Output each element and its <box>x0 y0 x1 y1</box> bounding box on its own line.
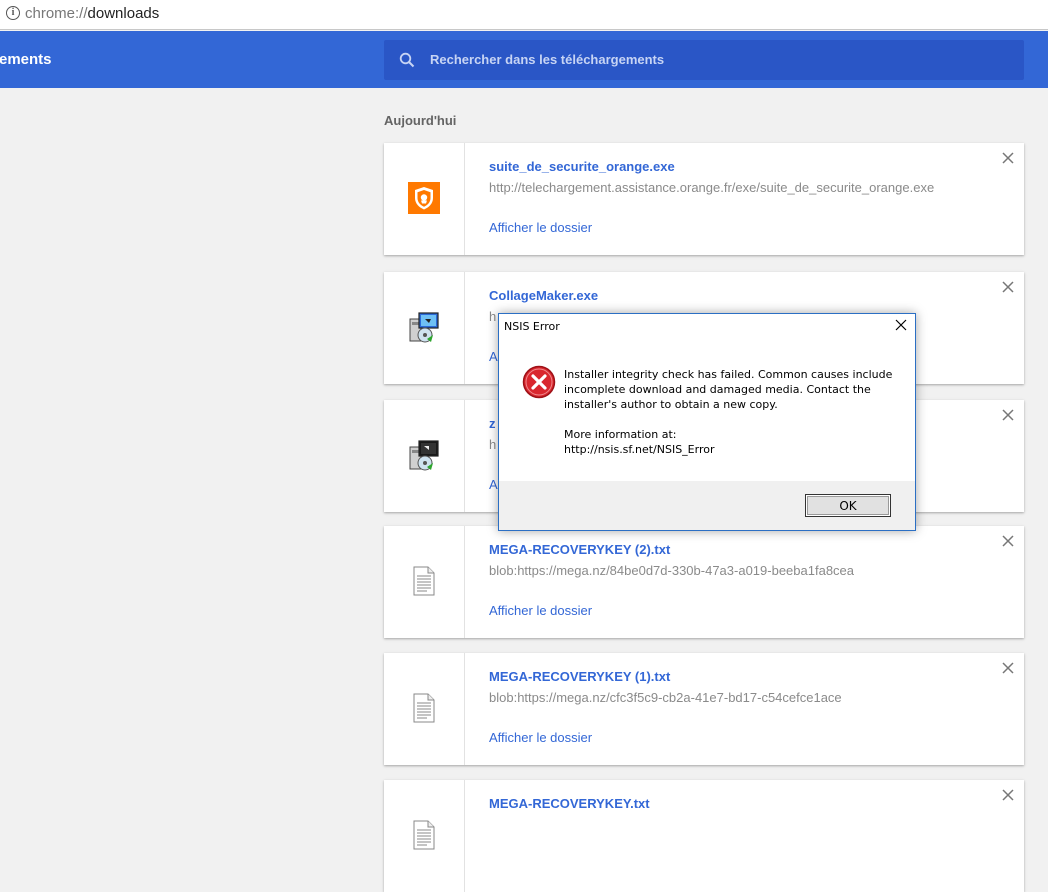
dialog-title: NSIS Error <box>504 320 560 333</box>
download-item: suite_de_securite_orange.exe http://tele… <box>384 143 1024 255</box>
file-icon-column <box>384 526 465 638</box>
download-file-name[interactable]: MEGA-RECOVERYKEY (1).txt <box>489 669 670 684</box>
address-path: downloads <box>87 5 160 22</box>
page-title: ements <box>0 51 52 68</box>
remove-download-icon[interactable] <box>1000 787 1016 803</box>
download-item: MEGA-RECOVERYKEY (2).txt blob:https://me… <box>384 526 1024 638</box>
dialog-close-icon[interactable] <box>895 319 907 331</box>
installer-icon <box>409 312 439 343</box>
download-file-name[interactable]: z <box>489 416 496 431</box>
download-file-name[interactable]: MEGA-RECOVERYKEY (2).txt <box>489 542 670 557</box>
download-file-name[interactable]: suite_de_securite_orange.exe <box>489 159 675 174</box>
text-file-icon <box>413 566 435 596</box>
download-item: MEGA-RECOVERYKEY (1).txt blob:https://me… <box>384 653 1024 765</box>
download-item: MEGA-RECOVERYKEY.txt <box>384 780 1024 892</box>
address-url[interactable]: chrome://downloads <box>25 5 159 22</box>
file-icon-column <box>384 143 465 255</box>
installer-icon <box>409 440 439 471</box>
text-file-icon <box>413 693 435 723</box>
file-icon-column <box>384 272 465 384</box>
dialog-message: Installer integrity check has failed. Co… <box>564 368 893 411</box>
download-source-url: blob:https://mega.nz/84be0d7d-330b-47a3-… <box>489 563 855 578</box>
info-icon[interactable]: i <box>6 6 20 20</box>
address-scheme: chrome:// <box>25 5 88 22</box>
dialog-footer: OK <box>499 481 915 530</box>
download-source-url: blob:https://mega.nz/cfc3f5c9-cb2a-41e7-… <box>489 690 842 705</box>
remove-download-icon[interactable] <box>1000 407 1016 423</box>
show-in-folder-link[interactable]: A <box>489 349 498 364</box>
ok-button[interactable]: OK <box>805 494 891 517</box>
download-file-name[interactable]: CollageMaker.exe <box>489 288 598 303</box>
remove-download-icon[interactable] <box>1000 150 1016 166</box>
download-file-name[interactable]: MEGA-RECOVERYKEY.txt <box>489 796 650 811</box>
download-source-url: http://telechargement.assistance.orange.… <box>489 180 935 195</box>
file-icon-column <box>384 400 465 512</box>
show-in-folder-link[interactable]: Afficher le dossier <box>489 730 592 745</box>
file-icon-column <box>384 653 465 765</box>
remove-download-icon[interactable] <box>1000 279 1016 295</box>
download-source-url: h <box>489 309 497 324</box>
address-bar[interactable]: i chrome://downloads <box>0 0 1048 30</box>
orange-shield-icon <box>408 182 440 214</box>
more-info-url: http://nsis.sf.net/NSIS_Error <box>564 443 715 456</box>
remove-download-icon[interactable] <box>1000 660 1016 676</box>
downloads-toolbar: ements Rechercher dans les téléchargemen… <box>0 31 1048 88</box>
show-in-folder-link[interactable]: Afficher le dossier <box>489 220 592 235</box>
dialog-more-info: More information at: http://nsis.sf.net/… <box>564 427 894 457</box>
search-icon <box>399 52 415 68</box>
nsis-error-dialog: NSIS Error Installer integrity check has… <box>498 313 916 531</box>
search-box[interactable]: Rechercher dans les téléchargements <box>384 40 1024 80</box>
download-source-url: h <box>489 437 497 452</box>
show-in-folder-link[interactable]: A <box>489 477 498 492</box>
remove-download-icon[interactable] <box>1000 533 1016 549</box>
file-icon-column <box>384 780 465 892</box>
show-in-folder-link[interactable]: Afficher le dossier <box>489 603 592 618</box>
error-icon <box>522 365 556 399</box>
more-info-label: More information at: <box>564 428 677 441</box>
search-input[interactable]: Rechercher dans les téléchargements <box>430 52 664 67</box>
date-section-label: Aujourd'hui <box>384 113 457 128</box>
text-file-icon <box>413 820 435 850</box>
